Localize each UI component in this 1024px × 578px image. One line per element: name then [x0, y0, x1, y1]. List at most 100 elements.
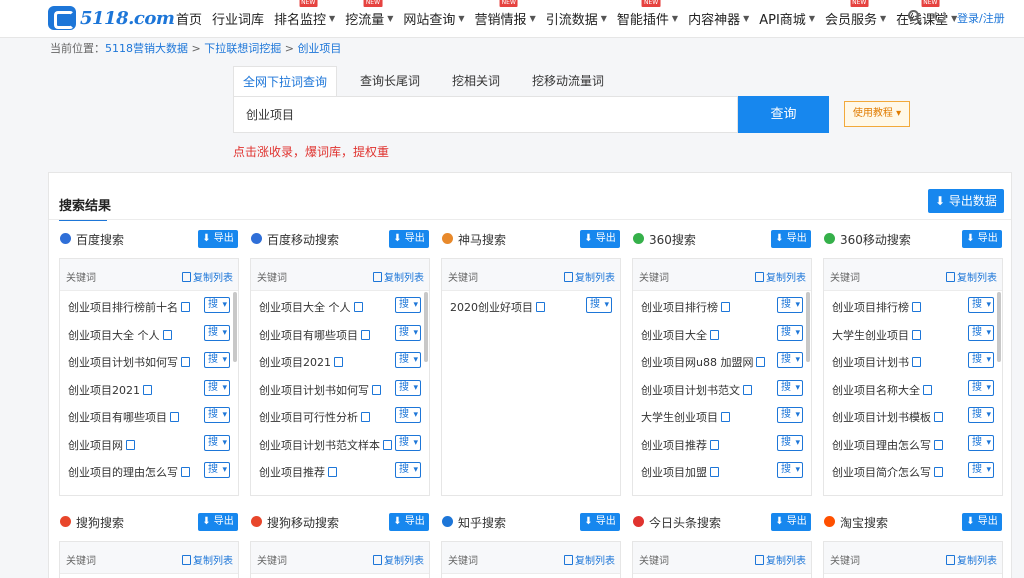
- keyword-text[interactable]: 创业项目可行性分析c: [259, 409, 372, 425]
- copy-icon[interactable]: c: [536, 302, 547, 312]
- keyword-text[interactable]: 创业项目排行榜c: [641, 299, 732, 315]
- keyword-text[interactable]: 创业项目有哪些项目c: [259, 327, 372, 343]
- tab-dropdown-query[interactable]: 全网下拉词查询: [233, 66, 338, 96]
- copy-icon[interactable]: c: [912, 302, 923, 312]
- search-dropdown[interactable]: 搜: [204, 379, 230, 396]
- tab-related[interactable]: 挖相关词: [443, 66, 509, 96]
- copy-icon[interactable]: c: [710, 330, 721, 340]
- copy-icon[interactable]: c: [923, 385, 934, 395]
- nav-item[interactable]: 营销情报 ▼ NEW: [475, 0, 536, 28]
- copy-icon[interactable]: c: [170, 412, 181, 422]
- keyword-text[interactable]: 创业项目大全 个人c: [259, 299, 365, 315]
- copy-list-button[interactable]: 复制列表: [755, 269, 806, 284]
- export-button[interactable]: ⬇ 导出: [771, 513, 811, 531]
- copy-list-button[interactable]: 复制列表: [564, 552, 615, 567]
- search-dropdown[interactable]: 搜: [777, 434, 803, 451]
- copy-list-button[interactable]: 复制列表: [373, 269, 424, 284]
- search-dropdown[interactable]: 搜: [968, 434, 994, 451]
- nav-item[interactable]: 内容神器 ▼: [688, 9, 749, 28]
- export-button[interactable]: ⬇ 导出: [580, 230, 620, 248]
- search-dropdown[interactable]: 搜: [395, 407, 421, 423]
- keyword-text[interactable]: 创业项目排行榜前十名c: [68, 299, 192, 315]
- keyword-text[interactable]: 创业项目计划书范文c: [641, 382, 754, 398]
- search-dropdown[interactable]: 搜: [395, 324, 421, 341]
- keyword-text[interactable]: 创业项目简介怎么写c: [832, 464, 945, 480]
- keyword-text[interactable]: 创业项目推荐c: [259, 464, 339, 480]
- copy-list-button[interactable]: 复制列表: [564, 269, 615, 284]
- keyword-text[interactable]: 创业项目有哪些项目c: [68, 409, 181, 425]
- copy-icon[interactable]: c: [710, 440, 721, 450]
- copy-icon[interactable]: c: [181, 302, 192, 312]
- scrollbar[interactable]: [806, 292, 810, 362]
- refresh-icon[interactable]: [934, 10, 946, 22]
- search-dropdown[interactable]: 搜: [968, 352, 994, 368]
- keyword-text[interactable]: 创业项目计划书如何写c: [68, 354, 192, 370]
- copy-icon[interactable]: c: [912, 357, 923, 367]
- search-dropdown[interactable]: 搜: [777, 324, 803, 341]
- search-dropdown[interactable]: 搜: [777, 297, 803, 313]
- search-dropdown[interactable]: 搜: [395, 352, 421, 368]
- export-button[interactable]: ⬇ 导出: [389, 230, 429, 248]
- copy-icon[interactable]: c: [354, 302, 365, 312]
- keyword-text[interactable]: 2020创业好项目c: [450, 299, 547, 315]
- copy-icon[interactable]: c: [383, 440, 394, 450]
- copy-list-button[interactable]: 复制列表: [182, 269, 233, 284]
- keyword-text[interactable]: 创业项目计划书c: [832, 354, 923, 370]
- search-dropdown[interactable]: 搜: [395, 379, 421, 396]
- export-button[interactable]: ⬇ 导出: [198, 513, 238, 531]
- scrollbar[interactable]: [233, 292, 237, 362]
- keyword-text[interactable]: 大学生创业项目c: [641, 409, 732, 425]
- search-dropdown[interactable]: 搜: [777, 379, 803, 396]
- tab-longtail[interactable]: 查询长尾词: [351, 66, 429, 96]
- copy-list-button[interactable]: 复制列表: [182, 552, 233, 567]
- search-dropdown[interactable]: 搜: [968, 379, 994, 396]
- keyword-text[interactable]: 创业项目名称大全c: [832, 382, 934, 398]
- copy-icon[interactable]: c: [721, 412, 732, 422]
- tab-mobile-traffic[interactable]: 挖移动流量词: [523, 66, 613, 96]
- copy-icon[interactable]: c: [934, 412, 945, 422]
- breadcrumb-item[interactable]: 创业项目: [297, 42, 341, 55]
- copy-icon[interactable]: c: [934, 440, 945, 450]
- copy-list-button[interactable]: 复制列表: [755, 552, 806, 567]
- search-dropdown[interactable]: 搜: [777, 407, 803, 423]
- export-button[interactable]: ⬇ 导出: [962, 230, 1002, 248]
- search-dropdown[interactable]: 搜: [968, 297, 994, 313]
- nav-item[interactable]: 首页: [176, 9, 202, 28]
- copy-list-button[interactable]: 复制列表: [373, 552, 424, 567]
- nav-item[interactable]: 智能插件 ▼ NEW: [617, 0, 678, 28]
- copy-icon[interactable]: c: [143, 385, 154, 395]
- copy-icon[interactable]: c: [934, 467, 945, 477]
- keyword-text[interactable]: 创业项目网c: [68, 437, 137, 453]
- scrollbar[interactable]: [997, 292, 1001, 362]
- keyword-text[interactable]: 创业项目大全 个人c: [68, 327, 174, 343]
- keyword-text[interactable]: 创业项目2021c: [68, 382, 154, 398]
- promo-link[interactable]: 点击涨收录，爆词库，提权重: [233, 143, 389, 160]
- search-dropdown[interactable]: 搜: [395, 462, 421, 478]
- copy-icon[interactable]: c: [743, 385, 754, 395]
- keyword-text[interactable]: 创业项目计划书范文样本c: [259, 437, 394, 453]
- copy-icon[interactable]: c: [361, 330, 372, 340]
- keyword-text[interactable]: 创业项目计划书模板c: [832, 409, 945, 425]
- nav-item[interactable]: 排名监控 ▼ NEW: [274, 0, 335, 28]
- search-dropdown[interactable]: 搜: [204, 462, 230, 478]
- search-dropdown[interactable]: 搜: [395, 297, 421, 313]
- copy-icon[interactable]: c: [328, 467, 339, 477]
- export-button[interactable]: ⬇ 导出: [580, 513, 620, 531]
- search-dropdown[interactable]: 搜: [968, 324, 994, 341]
- export-button[interactable]: ⬇ 导出: [771, 230, 811, 248]
- search-input[interactable]: [233, 96, 738, 133]
- search-dropdown[interactable]: 搜: [204, 324, 230, 341]
- copy-icon[interactable]: c: [334, 357, 345, 367]
- nav-item[interactable]: 会员服务 ▼ NEW: [825, 0, 886, 28]
- nav-item[interactable]: API商城 ▼: [759, 9, 815, 28]
- copy-list-button[interactable]: 复制列表: [946, 552, 997, 567]
- search-dropdown[interactable]: 搜: [204, 407, 230, 423]
- keyword-text[interactable]: 创业项目加盟c: [641, 464, 721, 480]
- copy-icon[interactable]: c: [126, 440, 137, 450]
- export-button[interactable]: ⬇ 导出: [198, 230, 238, 248]
- tutorial-button[interactable]: 使用教程 ▾: [844, 101, 910, 127]
- search-dropdown[interactable]: 搜: [968, 462, 994, 478]
- export-button[interactable]: ⬇ 导出: [962, 513, 1002, 531]
- copy-icon[interactable]: c: [181, 357, 192, 367]
- search-dropdown[interactable]: 搜: [395, 434, 421, 451]
